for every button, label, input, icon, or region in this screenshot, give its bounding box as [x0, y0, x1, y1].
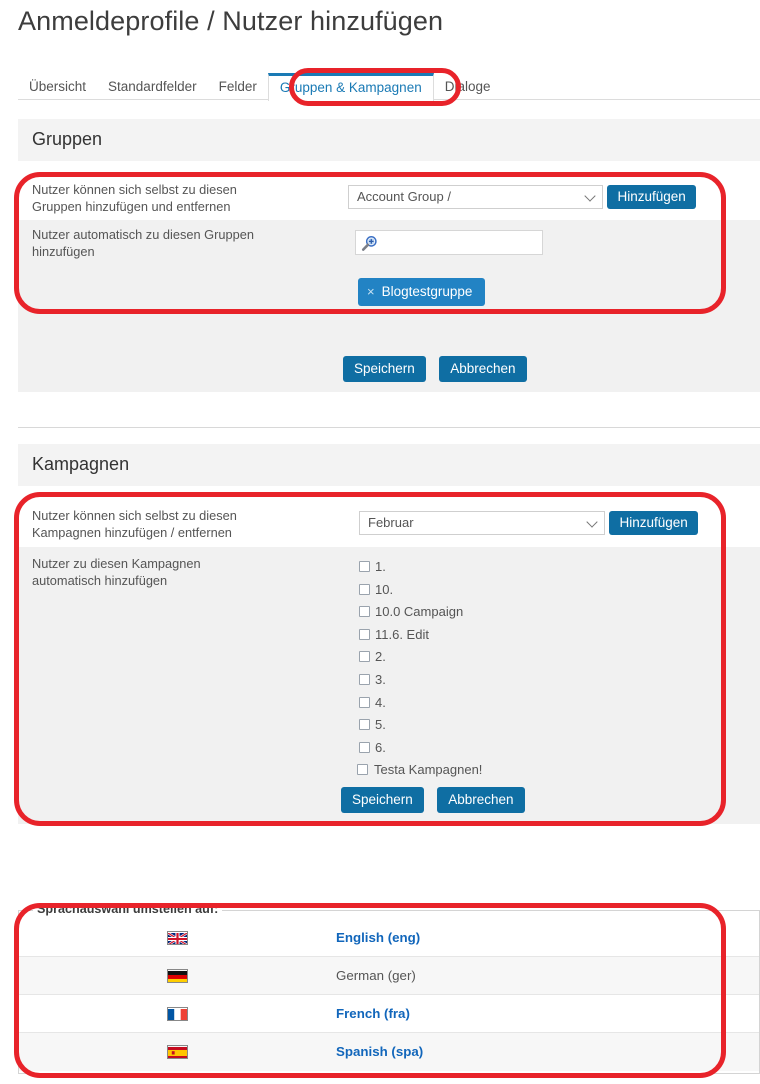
checkbox-icon[interactable] — [359, 606, 370, 618]
search-plus-icon — [361, 236, 377, 251]
campaign-checkbox-label: 10.0 Campaign — [375, 604, 464, 620]
checkbox-icon[interactable] — [359, 719, 370, 731]
campaign-checkbox-item[interactable]: 1. — [359, 556, 482, 579]
groups-self-join-label: Nutzer können sich selbst zu diesen Grup… — [32, 182, 237, 214]
chip-label: Blogtestgruppe — [381, 284, 473, 299]
campaigns-select-value: Februar — [368, 515, 414, 530]
campaign-checkbox-label: 11.6. Edit — [375, 626, 429, 642]
language-row-spanish[interactable]: Spanish (spa) — [19, 1033, 759, 1071]
language-row-german[interactable]: German (ger) — [19, 957, 759, 995]
groups-search-input[interactable] — [355, 230, 543, 255]
campaign-checkbox-item[interactable]: 3. — [359, 669, 482, 692]
checkbox-icon[interactable] — [359, 561, 370, 573]
checkbox-icon[interactable] — [359, 741, 370, 753]
flag-spain-icon — [167, 1045, 188, 1059]
groups-auto-join-label: Nutzer automatisch zu diesen Gruppen hin… — [32, 227, 254, 259]
language-link-french[interactable]: French (fra) — [336, 1006, 410, 1021]
groups-save-button[interactable]: Speichern — [343, 356, 426, 382]
campaigns-save-button[interactable]: Speichern — [341, 787, 424, 813]
checkbox-icon[interactable] — [359, 674, 370, 686]
campaigns-cancel-button[interactable]: Abbrechen — [437, 787, 525, 813]
language-switch-legend: Sprachauswahl umstellen auf: — [33, 902, 223, 916]
campaign-checkbox-label: 1. — [375, 559, 386, 574]
section-divider — [18, 427, 760, 428]
campaign-checkbox-item[interactable]: 6. — [359, 737, 482, 760]
groups-select[interactable]: Account Group / — [348, 185, 603, 209]
checkbox-icon[interactable] — [359, 628, 370, 640]
campaign-checkbox-label: Testa Kampagnen! — [374, 762, 483, 778]
campaign-checkbox-label: 5. — [375, 717, 386, 733]
campaigns-select[interactable]: Februar — [359, 511, 605, 535]
campaign-checkbox-item[interactable]: 10. — [359, 579, 482, 602]
campaigns-checkbox-list: 1. 10. 10.0 Campaign 11.6. Edit 2. 3. 4.… — [357, 556, 482, 782]
campaign-checkbox-label: 2. — [375, 649, 386, 665]
campaigns-row-actions: Speichern Abbrechen — [18, 784, 760, 824]
flag-germany-icon — [167, 969, 188, 983]
groups-row-spacer — [18, 316, 760, 352]
campaign-checkbox-item[interactable]: Testa Kampagnen! — [357, 759, 482, 782]
checkbox-icon[interactable] — [357, 764, 368, 776]
campaign-checkbox-item[interactable]: 2. — [359, 646, 482, 669]
groups-row-auto-join: Nutzer automatisch zu diesen Gruppen hin… — [18, 220, 760, 268]
groups-section-header: Gruppen — [18, 119, 760, 161]
language-label-german: German (ger) — [336, 968, 416, 983]
campaigns-section-title: Kampagnen — [32, 454, 130, 474]
tab-bar: Übersicht Standardfelder Felder Gruppen … — [18, 72, 760, 101]
campaign-checkbox-item[interactable]: 10.0 Campaign — [359, 601, 482, 624]
tab-dialoge[interactable]: Dialoge — [434, 75, 502, 100]
flag-uk-icon — [167, 931, 188, 945]
tab-gruppen-kampagnen[interactable]: Gruppen & Kampagnen — [267, 73, 434, 101]
campaigns-auto-join-label: Nutzer zu diesen Kampagnen automatisch h… — [32, 556, 201, 588]
groups-section-title: Gruppen — [32, 129, 103, 149]
checkbox-icon[interactable] — [359, 651, 370, 663]
groups-cancel-button[interactable]: Abbrechen — [439, 356, 527, 382]
chip-remove-icon[interactable]: × — [367, 284, 375, 299]
campaign-checkbox-item[interactable]: 11.6. Edit — [359, 624, 482, 647]
campaigns-row-auto-join: Nutzer zu diesen Kampagnen automatisch h… — [18, 547, 760, 784]
tab-felder[interactable]: Felder — [208, 75, 268, 100]
language-row-french[interactable]: French (fra) — [19, 995, 759, 1033]
language-row-english[interactable]: English (eng) — [19, 919, 759, 957]
chevron-down-icon — [588, 518, 597, 527]
campaign-checkbox-item[interactable]: 4. — [359, 692, 482, 715]
groups-add-button[interactable]: Hinzufügen — [607, 185, 696, 209]
chevron-down-icon — [586, 192, 595, 201]
campaign-checkbox-label: 6. — [375, 739, 386, 755]
campaign-checkbox-label: 4. — [375, 694, 386, 710]
tab-standardfelder[interactable]: Standardfelder — [97, 75, 208, 100]
campaigns-self-join-label: Nutzer können sich selbst zu diesen Kamp… — [32, 508, 237, 540]
groups-row-actions: Speichern Abbrechen — [18, 352, 760, 392]
checkbox-icon[interactable] — [359, 583, 370, 595]
checkbox-icon[interactable] — [359, 696, 370, 708]
flag-france-icon — [167, 1007, 188, 1021]
groups-row-chips: × Blogtestgruppe — [18, 268, 760, 316]
language-switch-fieldset: Sprachauswahl umstellen auf: English (en… — [18, 902, 760, 1074]
campaigns-add-button[interactable]: Hinzufügen — [609, 511, 698, 535]
groups-select-value: Account Group / — [357, 189, 451, 204]
language-link-spanish[interactable]: Spanish (spa) — [336, 1044, 423, 1059]
campaign-checkbox-label: 3. — [375, 671, 386, 687]
language-link-english[interactable]: English (eng) — [336, 930, 420, 945]
group-chip-blogtestgruppe[interactable]: × Blogtestgruppe — [358, 278, 486, 306]
groups-row-self-join: Nutzer können sich selbst zu diesen Grup… — [18, 176, 760, 220]
page-title: Anmeldeprofile / Nutzer hinzufügen — [18, 6, 444, 36]
campaign-checkbox-label: 10. — [375, 581, 394, 597]
campaigns-section-header: Kampagnen — [18, 444, 760, 486]
tab-ubersicht[interactable]: Übersicht — [18, 75, 97, 100]
campaigns-row-self-join: Nutzer können sich selbst zu diesen Kamp… — [18, 501, 760, 547]
campaign-checkbox-item[interactable]: 5. — [359, 714, 482, 737]
